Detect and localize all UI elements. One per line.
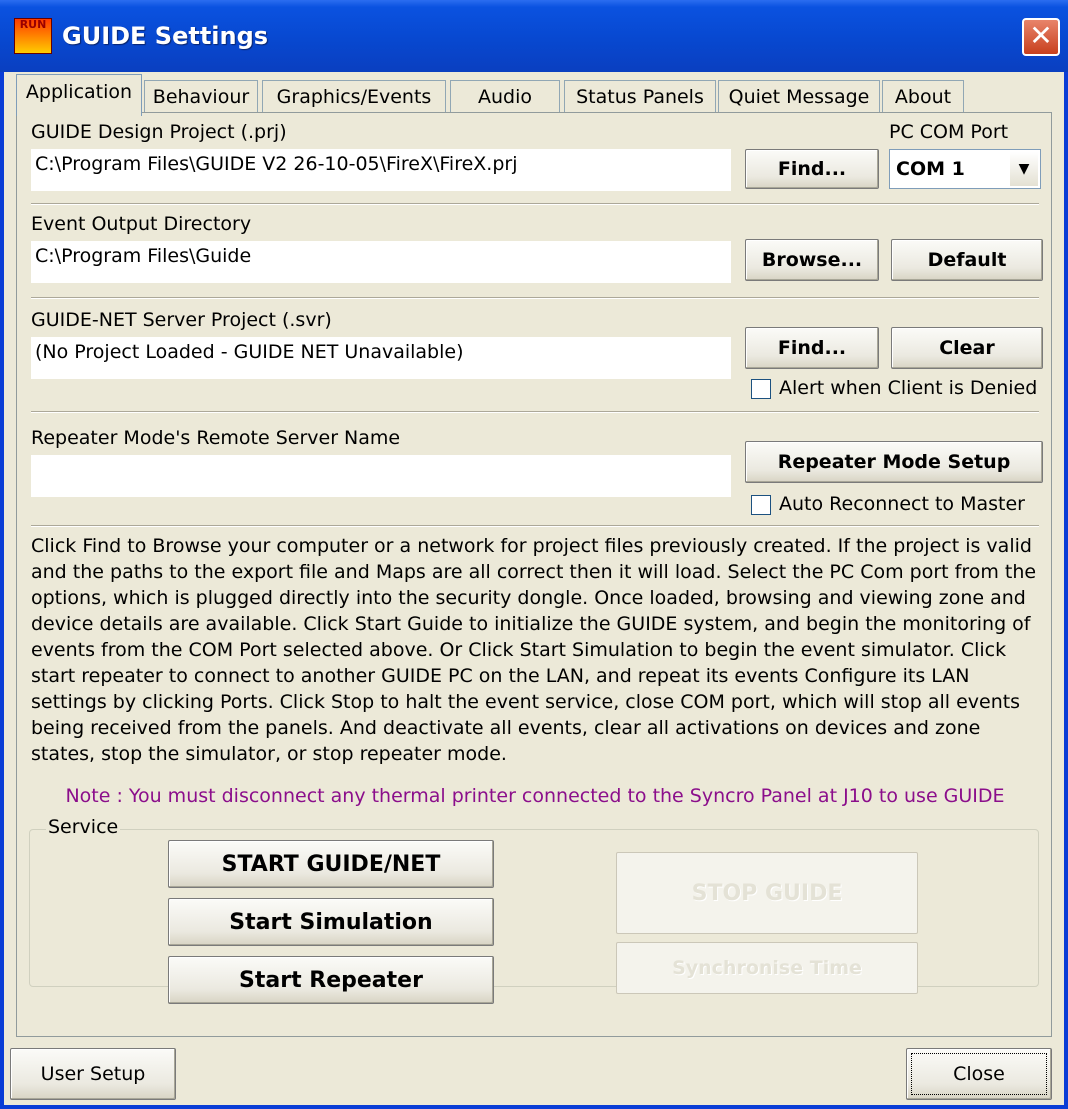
auto-reconnect-label: Auto Reconnect to Master	[779, 493, 1025, 515]
printer-warning-note: Note : You must disconnect any thermal p…	[65, 785, 1005, 807]
stop-guide-button[interactable]: STOP GUIDE	[616, 852, 918, 934]
alert-client-denied-checkbox[interactable]	[751, 379, 771, 399]
service-group-legend: Service	[46, 816, 121, 838]
find-server-project-button[interactable]: Find...	[745, 327, 879, 369]
find-design-project-button[interactable]: Find...	[745, 149, 879, 189]
tab-behaviour[interactable]: Behaviour	[144, 80, 258, 114]
repeater-server-name-field[interactable]	[31, 455, 731, 497]
help-text: Click Find to Browse your computer or a …	[31, 535, 1037, 765]
tab-audio[interactable]: Audio	[450, 80, 560, 114]
close-button[interactable]: Close	[906, 1048, 1052, 1100]
service-group: Service START GUIDE/NET Start Simulation…	[29, 816, 1039, 1004]
start-guide-net-button[interactable]: START GUIDE/NET	[168, 840, 494, 888]
design-project-label: GUIDE Design Project (.prj)	[31, 121, 287, 143]
title-bar[interactable]: RUN GUIDE Settings ✕	[0, 0, 1068, 72]
server-project-path-field[interactable]: (No Project Loaded - GUIDE NET Unavailab…	[31, 337, 731, 379]
event-output-path-field[interactable]: C:\Program Files\Guide	[31, 241, 731, 283]
com-port-select[interactable]: COM 1 ▼	[889, 149, 1041, 189]
close-icon[interactable]: ✕	[1022, 18, 1060, 56]
chevron-down-icon[interactable]: ▼	[1010, 152, 1038, 186]
synchronise-time-button[interactable]: Synchronise Time	[616, 942, 918, 994]
auto-reconnect-checkbox[interactable]	[751, 495, 771, 515]
start-repeater-button[interactable]: Start Repeater	[168, 956, 494, 1004]
com-port-selected-value: COM 1	[896, 158, 965, 180]
tab-application[interactable]: Application	[16, 74, 142, 116]
dialog-client-area: Application Behaviour Graphics/Events Au…	[4, 72, 1064, 1105]
clear-server-project-button[interactable]: Clear	[891, 327, 1043, 369]
tab-graphics-events[interactable]: Graphics/Events	[262, 80, 446, 114]
tab-quiet-message[interactable]: Quiet Message	[718, 80, 880, 114]
window-title: GUIDE Settings	[62, 22, 269, 50]
separator	[31, 297, 1039, 299]
tab-status-panels[interactable]: Status Panels	[564, 80, 716, 114]
app-icon: RUN	[14, 18, 52, 54]
separator	[31, 411, 1039, 413]
event-output-label: Event Output Directory	[31, 213, 252, 235]
repeater-mode-setup-button[interactable]: Repeater Mode Setup	[745, 441, 1043, 483]
default-output-button[interactable]: Default	[891, 239, 1043, 281]
tab-about[interactable]: About	[882, 80, 964, 114]
start-simulation-button[interactable]: Start Simulation	[168, 898, 494, 946]
design-project-path-field[interactable]: C:\Program Files\GUIDE V2 26-10-05\FireX…	[31, 149, 731, 191]
guide-settings-window: RUN GUIDE Settings ✕ Application Behavio…	[0, 0, 1068, 1109]
alert-client-denied-label: Alert when Client is Denied	[779, 377, 1038, 399]
server-project-label: GUIDE-NET Server Project (.svr)	[31, 309, 332, 331]
separator	[31, 203, 1039, 205]
focus-ring	[911, 1053, 1047, 1095]
user-setup-button[interactable]: User Setup	[10, 1048, 176, 1100]
separator	[31, 525, 1039, 527]
browse-output-button[interactable]: Browse...	[745, 239, 879, 281]
com-port-label: PC COM Port	[889, 121, 1009, 143]
application-tab-panel: GUIDE Design Project (.prj) C:\Program F…	[16, 112, 1052, 1037]
repeater-server-label: Repeater Mode's Remote Server Name	[31, 427, 401, 449]
